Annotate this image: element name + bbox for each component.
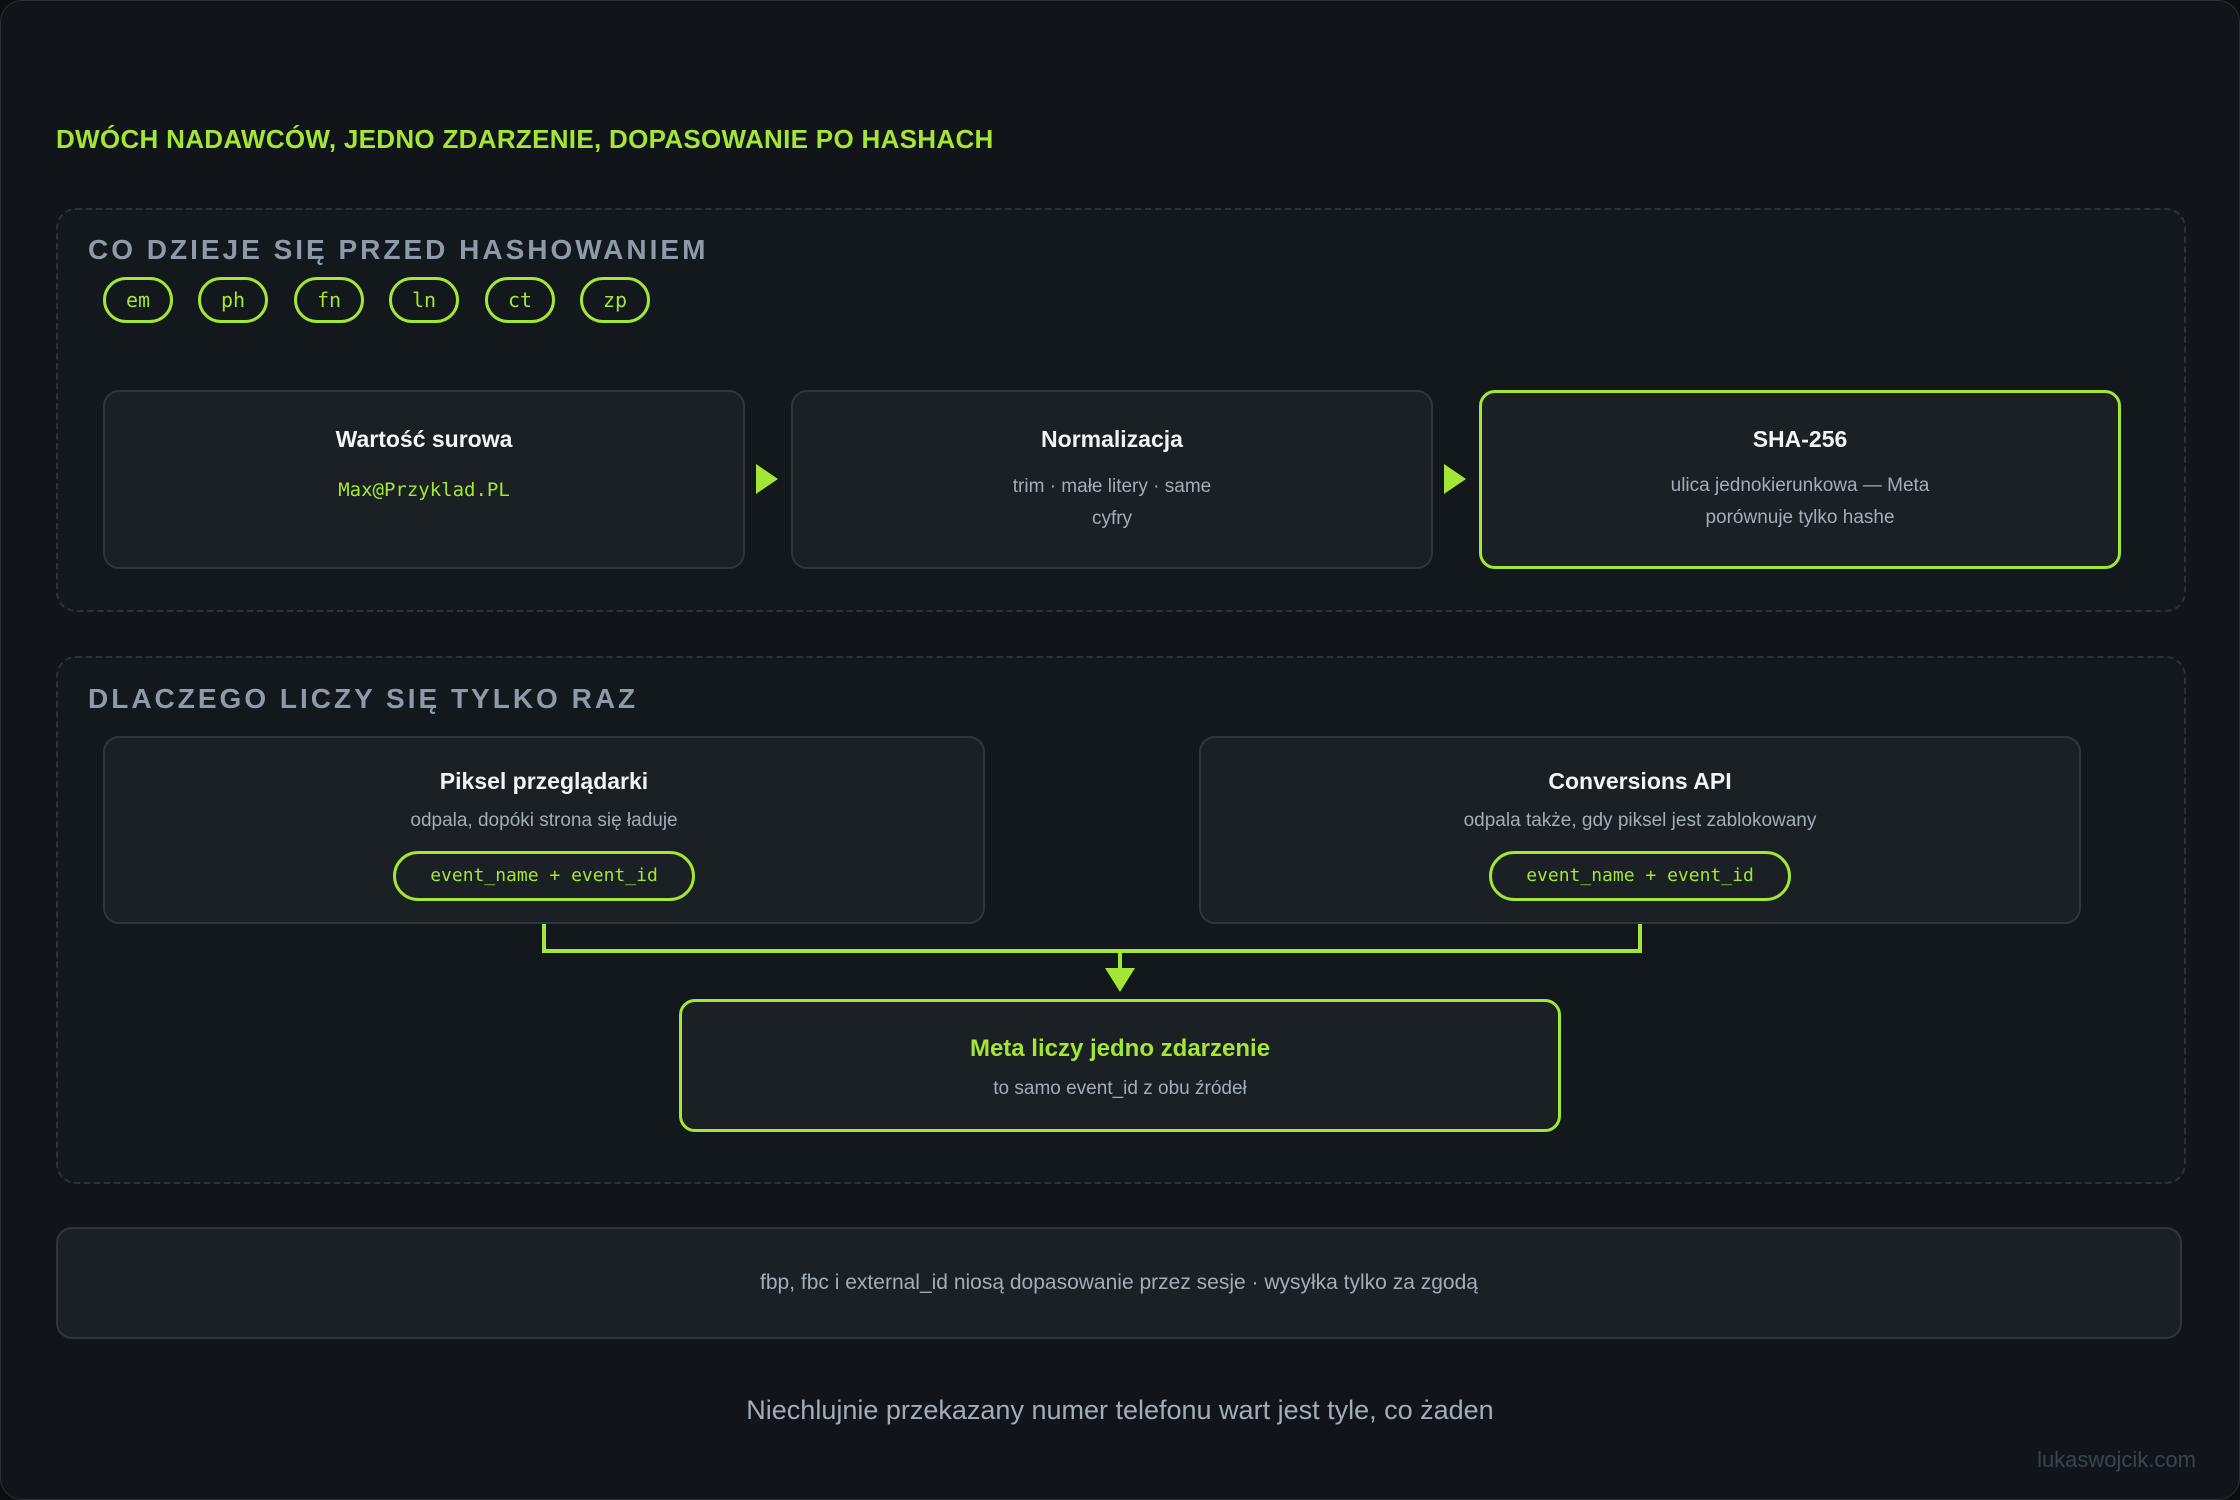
sha256-line1: ulica jednokierunkowa — Meta xyxy=(1670,475,1930,496)
session-matching-note: fbp, fbc i external_id niosą dopasowanie… xyxy=(56,1227,2182,1339)
normalization-line1: trim · małe litery · same xyxy=(1012,476,1212,497)
meta-result-desc: to samo event_id z obu źródeł xyxy=(993,1078,1247,1099)
conversions-api-desc: odpala także, gdy piksel jest zablokowan… xyxy=(1463,810,1817,831)
normalization-title: Normalizacja xyxy=(1041,426,1183,452)
browser-pixel-box: Piksel przeglądarki odpala, dopóki stron… xyxy=(103,736,985,924)
sha256-box: SHA-256 ulica jednokierunkowa — Meta por… xyxy=(1479,390,2121,569)
normalization-line2: cyfry xyxy=(1091,508,1133,529)
raw-value-box: Wartość surowa Max@Przyklad.PL xyxy=(103,390,745,569)
normalization-box: Normalizacja trim · małe litery · same c… xyxy=(791,390,1433,569)
hashing-panel-title: CO DZIEJE SIĘ PRZED HASHOWANIEM xyxy=(88,234,709,265)
conversions-api-title: Conversions API xyxy=(1548,768,1732,794)
sha256-title: SHA-256 xyxy=(1752,426,1848,452)
tag-em: em xyxy=(103,277,173,323)
raw-value-title: Wartość surowa xyxy=(335,426,513,452)
arrow-raw-to-normalize xyxy=(756,464,778,494)
arrow-normalize-to-hash xyxy=(1444,464,1466,494)
author-signature: lukaswojcik.com xyxy=(2037,1447,2196,1472)
browser-pixel-desc: odpala, dopóki strona się ładuje xyxy=(410,810,678,831)
tag-ln: ln xyxy=(389,277,459,323)
tag-ct: ct xyxy=(485,277,555,323)
sha256-line2: porównuje tylko hashe xyxy=(1705,507,1895,528)
conversions-api-event-keys: event_name + event_id xyxy=(1489,851,1791,901)
browser-pixel-title: Piksel przeglądarki xyxy=(439,768,649,794)
tag-zp: zp xyxy=(580,277,650,323)
meta-result-box: Meta liczy jedno zdarzenie to samo event… xyxy=(679,999,1561,1132)
browser-pixel-event-keys: event_name + event_id xyxy=(393,851,695,901)
diagram-title: DWÓCH NADAWCÓW, JEDNO ZDARZENIE, DOPASOW… xyxy=(56,124,994,154)
tag-ph: ph xyxy=(198,277,268,323)
tag-fn: fn xyxy=(294,277,364,323)
footer-caption: Niechlujnie przekazany numer telefonu wa… xyxy=(746,1395,1494,1425)
meta-result-title: Meta liczy jedno zdarzenie xyxy=(969,1035,1271,1062)
dedup-panel-title: DLACZEGO LICZY SIĘ TYLKO RAZ xyxy=(88,683,639,714)
raw-value-example: Max@Przyklad.PL xyxy=(338,479,510,501)
conversions-api-box: Conversions API odpala także, gdy piksel… xyxy=(1199,736,2081,924)
